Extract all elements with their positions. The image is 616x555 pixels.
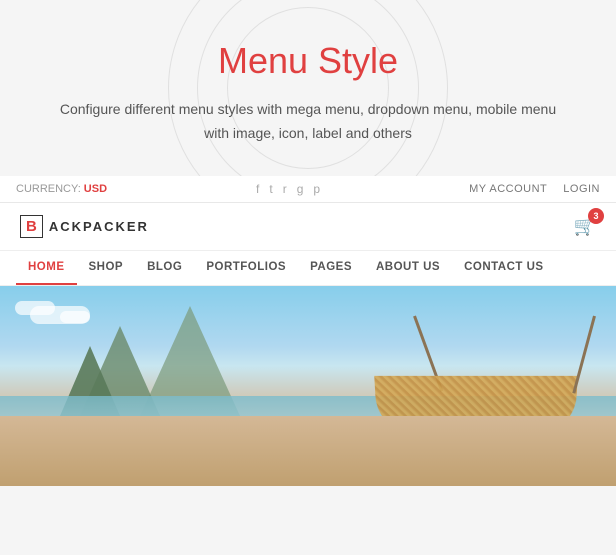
logo[interactable]: B ACKPACKER [20,215,149,238]
top-bar-links: MY ACCOUNT LOGIN [469,183,600,195]
navbar: B ACKPACKER 3 🛒 [0,203,616,251]
nav-item-pages[interactable]: PAGES [298,251,364,285]
logo-text: ACKPACKER [49,219,149,234]
nav-menu: HOMESHOPBLOGPORTFOLIOSPAGESABOUT USCONTA… [0,251,616,286]
nav-item-shop[interactable]: SHOP [77,251,136,285]
logo-letter: B [26,218,37,235]
currency-info: CURRENCY: USD [16,183,107,195]
twitter-icon[interactable]: t [269,182,272,196]
google-plus-icon[interactable]: g [297,182,304,196]
top-bar: CURRENCY: USD f t r g p MY ACCOUNT LOGIN [0,176,616,203]
cart-button[interactable]: 3 🛒 [574,216,596,237]
nav-item-blog[interactable]: BLOG [135,251,194,285]
social-links: f t r g p [256,182,320,196]
login-link[interactable]: LOGIN [563,183,600,195]
logo-box: B [20,215,43,238]
page-description: Configure different menu styles with meg… [58,98,558,146]
page-title: Menu Style [20,40,596,82]
currency-label: CURRENCY: [16,183,81,195]
cart-badge: 3 [588,208,604,224]
hammock-rope [572,315,596,393]
nav-item-portfolios[interactable]: PORTFOLIOS [194,251,298,285]
pinterest-icon[interactable]: p [313,182,320,196]
nav-item-contact-us[interactable]: CONTACT US [452,251,556,285]
facebook-icon[interactable]: f [256,182,259,196]
hero-image [0,286,616,486]
currency-value: USD [84,183,107,195]
hero-section: Menu Style Configure different menu styl… [0,0,616,176]
rss-icon[interactable]: r [283,182,287,196]
nav-item-home[interactable]: HOME [16,251,77,285]
decorative-circle [168,0,448,176]
nav-item-about-us[interactable]: ABOUT US [364,251,452,285]
my-account-link[interactable]: MY ACCOUNT [469,183,547,195]
sand-decoration [0,416,616,486]
